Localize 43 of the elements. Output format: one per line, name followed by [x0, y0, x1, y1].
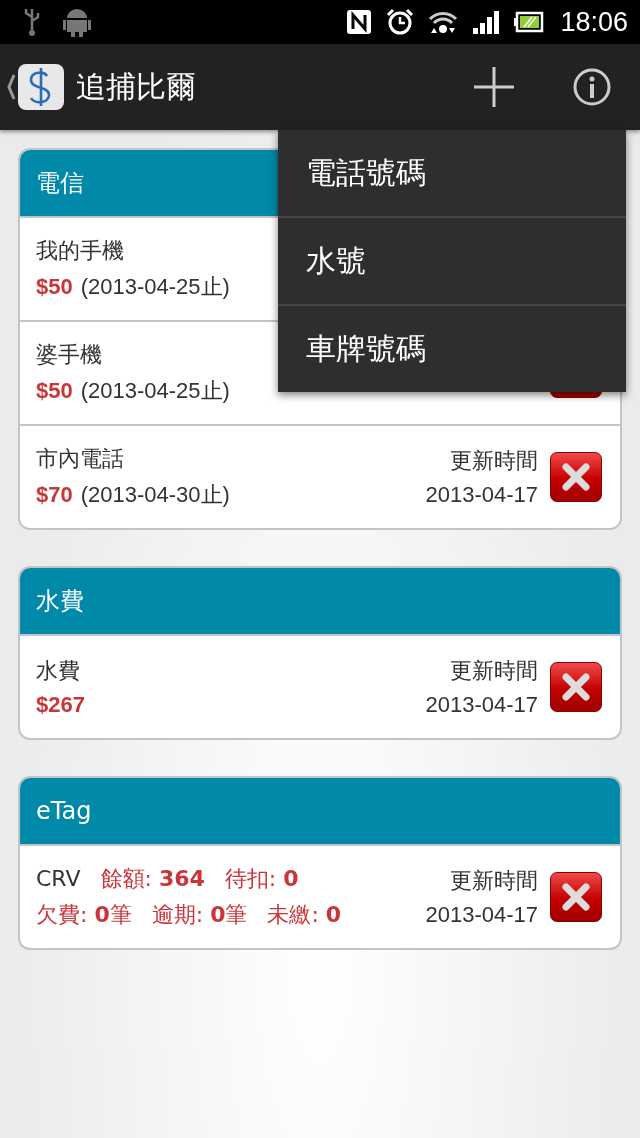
update-label: 更新時間 — [450, 657, 538, 685]
add-icon[interactable] — [472, 65, 516, 109]
card-title: eTag — [36, 797, 92, 825]
due-date: (2013-04-30止) — [80, 481, 230, 509]
menu-item[interactable]: 車牌號碼 — [278, 304, 626, 392]
menu-item[interactable]: 水號 — [278, 216, 626, 304]
update-label: 更新時間 — [450, 447, 538, 475]
menu-item[interactable]: 電話號碼 — [278, 130, 626, 216]
update-date: 2013-04-17 — [425, 482, 538, 508]
card-title: 電信 — [36, 168, 84, 199]
update-date: 2013-04-17 — [425, 692, 538, 718]
item-name: CRV — [36, 866, 81, 891]
due-date: (2013-04-25止) — [80, 377, 230, 405]
balance-field: 逾期: 0筆 — [151, 900, 248, 930]
update-label: 更新時間 — [450, 867, 538, 895]
amount: $267 — [36, 692, 85, 718]
item-name: 我的手機 — [36, 237, 124, 265]
item-name: 水費 — [36, 657, 80, 685]
android-icon — [62, 6, 92, 38]
info-icon[interactable] — [572, 67, 612, 107]
delete-button[interactable] — [550, 872, 602, 922]
alarm-clock-icon — [386, 8, 415, 36]
delete-button[interactable] — [550, 452, 602, 502]
app-title: 追捕比爾 — [76, 67, 196, 106]
delete-button[interactable] — [550, 662, 602, 712]
battery-icon — [514, 11, 545, 33]
amount: $50 — [36, 274, 73, 300]
update-date: 2013-04-17 — [425, 902, 538, 928]
balance-field: 未繳: 0 — [267, 900, 342, 930]
amount: $70 — [36, 482, 73, 508]
amount: $50 — [36, 378, 73, 404]
balance-field: 餘額: 364 — [100, 864, 205, 894]
usb-icon — [22, 7, 42, 37]
signal-icon — [472, 9, 501, 35]
card-title: 水費 — [36, 586, 84, 617]
clock-time: 18:06 — [560, 6, 628, 38]
nfc-icon — [346, 9, 373, 35]
item-name: 市內電話 — [36, 445, 124, 473]
item-name: 婆手機 — [36, 341, 102, 369]
due-date: (2013-04-25止) — [80, 273, 230, 301]
balance-field: 欠費: 0筆 — [36, 900, 132, 930]
wifi-icon — [428, 9, 459, 35]
balance-field: 待扣: 0 — [224, 864, 299, 894]
